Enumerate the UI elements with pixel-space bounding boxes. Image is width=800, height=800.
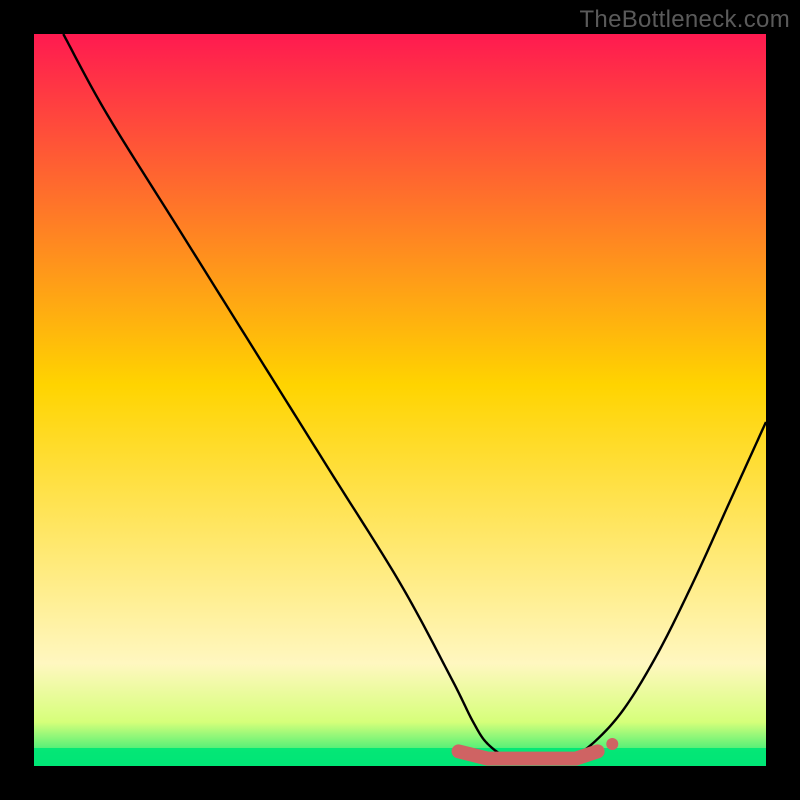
- green-bottom-band: [34, 748, 766, 766]
- chart-container: TheBottleneck.com: [0, 0, 800, 800]
- bottleneck-chart: [0, 0, 800, 800]
- optimal-window-end-dot: [606, 738, 618, 750]
- optimal-window-line: [459, 751, 598, 758]
- watermark-text: TheBottleneck.com: [579, 6, 790, 34]
